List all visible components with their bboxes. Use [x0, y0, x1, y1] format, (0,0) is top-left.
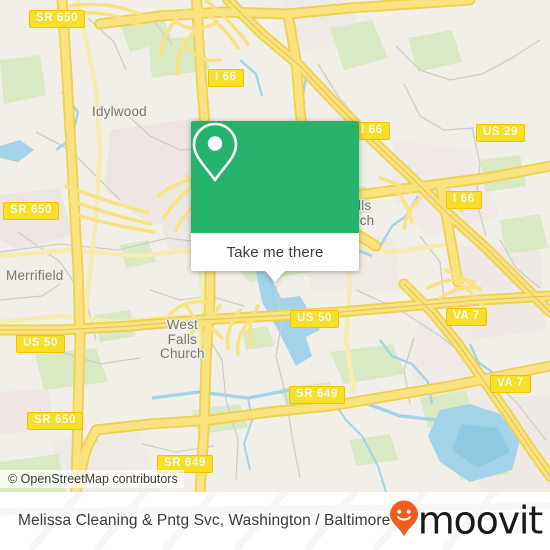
osm-attribution[interactable]: © OpenStreetMap contributors — [0, 470, 184, 488]
shield-sr-650-mid[interactable]: SR 650 — [3, 202, 59, 220]
shield-us-50-mid[interactable]: US 50 — [290, 310, 339, 328]
shield-sr-649[interactable]: SR 649 — [289, 386, 345, 404]
moovit-brand-logo[interactable]: moovit — [389, 498, 543, 543]
shield-us-29[interactable]: US 29 — [476, 124, 525, 142]
place-title: Melissa Cleaning & Pntg Svc, Washington … — [18, 512, 391, 529]
take-me-there-label: Take me there — [226, 243, 324, 261]
shield-us-50-west[interactable]: US 50 — [16, 335, 65, 353]
shield-i-66-south[interactable]: I 66 — [446, 191, 482, 209]
shield-sr-650-north[interactable]: SR 650 — [29, 10, 85, 28]
popup-tail-arrow — [265, 271, 285, 282]
shield-i-66-east[interactable]: I 66 — [354, 122, 390, 140]
shield-sr-650-south[interactable]: SR 650 — [27, 412, 83, 430]
map-canvas[interactable]: Idylwood Merrifield West Falls Church lls r… — [0, 0, 550, 492]
shield-i-66-west[interactable]: I 66 — [208, 69, 244, 87]
shield-va-7-south[interactable]: VA 7 — [490, 375, 531, 393]
take-me-there-button[interactable]: Take me there — [191, 233, 359, 282]
shield-va-7-north[interactable]: VA 7 — [446, 308, 487, 326]
moovit-smiley-pin-icon — [389, 500, 419, 543]
footer-bar: Melissa Cleaning & Pntg Svc, Washington … — [0, 492, 550, 550]
moovit-wordmark: moovit — [417, 498, 543, 542]
location-popup-card[interactable]: Take me there — [191, 121, 359, 282]
popup-image-panel — [191, 121, 359, 233]
moovit-map-screenshot: Idylwood Merrifield West Falls Church lls r… — [0, 0, 550, 550]
